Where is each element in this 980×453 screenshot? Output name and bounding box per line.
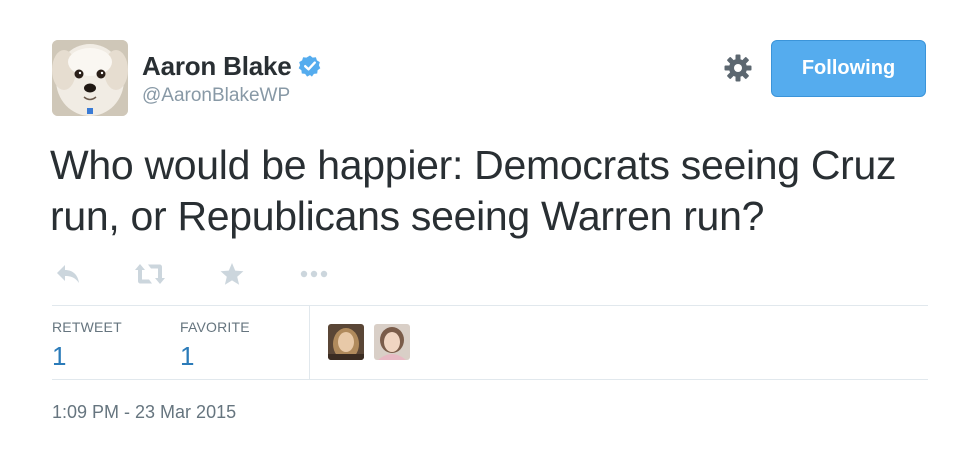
tweet-actions (52, 258, 330, 290)
retweet-count[interactable]: 1 (52, 341, 122, 372)
stats-divider-top (52, 305, 928, 306)
favorite-count[interactable]: 1 (180, 341, 250, 372)
retweet-stat[interactable]: RETWEET 1 (52, 319, 122, 372)
tweet-timestamp[interactable]: 1:09 PM - 23 Mar 2015 (52, 402, 236, 423)
user-fullname[interactable]: Aaron Blake (142, 51, 292, 82)
user-handle[interactable]: @AaronBlakeWP (142, 85, 322, 107)
reply-icon[interactable] (52, 258, 84, 290)
avatar[interactable] (52, 40, 128, 116)
retweet-icon[interactable] (134, 258, 166, 290)
gear-icon[interactable] (722, 52, 754, 84)
favorite-stat[interactable]: FAVORITE 1 (180, 319, 250, 372)
user-names: Aaron Blake @AaronBlakeWP (142, 50, 322, 107)
stats-divider-bottom (52, 379, 928, 380)
favoriter-avatar[interactable] (328, 324, 364, 360)
verified-badge-icon (298, 54, 322, 78)
dog-avatar-image (52, 40, 128, 116)
tweet-text: Who would be happier: Democrats seeing C… (50, 142, 897, 239)
following-button[interactable]: Following (771, 40, 926, 97)
favorite-stat-label: FAVORITE (180, 319, 250, 335)
more-icon[interactable] (298, 258, 330, 290)
retweet-stat-label: RETWEET (52, 319, 122, 335)
tweet-card: Aaron Blake @AaronBlakeWP Following Who … (0, 0, 980, 453)
fullname-row: Aaron Blake (142, 50, 322, 82)
favoriter-avatars (328, 324, 420, 360)
stats-vertical-divider (309, 306, 310, 379)
favorite-icon[interactable] (216, 258, 248, 290)
favoriter-avatar[interactable] (374, 324, 410, 360)
